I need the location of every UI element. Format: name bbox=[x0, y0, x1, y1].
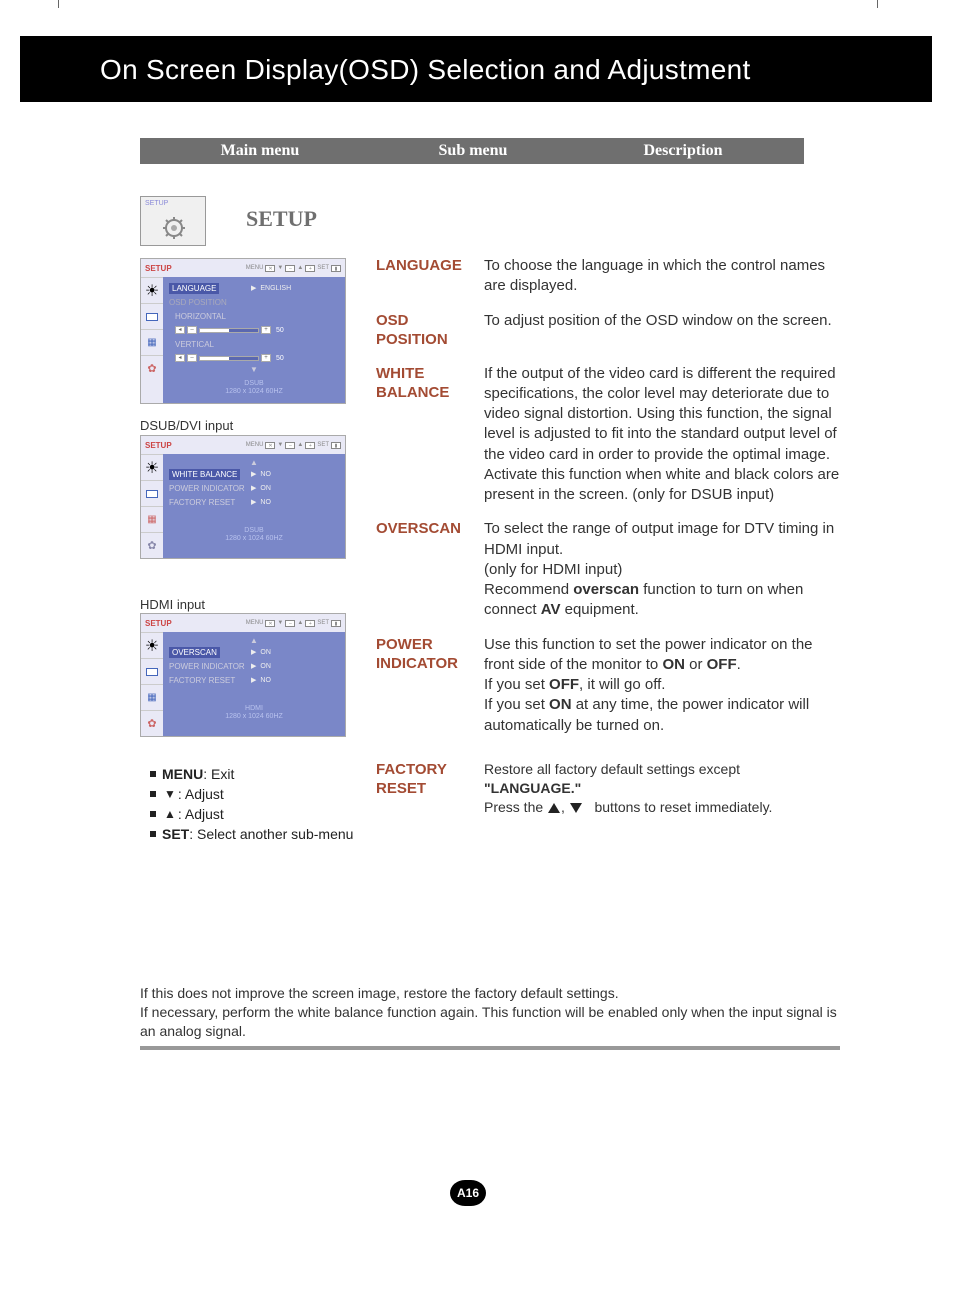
legend-up-desc: : Adjust bbox=[178, 806, 224, 822]
osd-panel-3: SETUP MENU✕▼–▲+SET▮ ☀ ▦ ✿ ▲ OVERSCAN▶ON … bbox=[140, 613, 346, 737]
triangle-up-icon: ▲ bbox=[164, 807, 176, 821]
osd1-footer1: DSUB bbox=[244, 380, 263, 387]
screen-icon bbox=[146, 313, 158, 321]
label-factory-reset: FACTORY RESET bbox=[376, 760, 484, 817]
setup-icon-label: SETUP bbox=[141, 197, 205, 207]
grid-icon: ▦ bbox=[147, 337, 156, 348]
setup-title: SETUP bbox=[246, 206, 317, 232]
gear-icon bbox=[163, 217, 185, 244]
label-power-indicator: POWER INDICATOR bbox=[376, 635, 484, 736]
osd-panel-2: SETUP MENU✕▼–▲+SET▮ ☀ ▦ ✿ ▲ WHITE BALANC… bbox=[140, 435, 346, 559]
gear-icon: ✿ bbox=[147, 717, 156, 730]
triangle-down-icon: ▼ bbox=[164, 787, 176, 801]
osd1-language-label: LANGUAGE bbox=[169, 283, 219, 294]
brightness-icon: ☀ bbox=[145, 458, 159, 478]
label-osd-position: OSD POSITION bbox=[376, 311, 484, 350]
osd2-footer1: DSUB bbox=[244, 527, 263, 534]
header-main: Main menu bbox=[140, 142, 380, 160]
label-white-balance: WHITE BALANCE bbox=[376, 364, 484, 506]
desc-language: To choose the language in which the cont… bbox=[484, 256, 840, 297]
triangle-up-icon bbox=[547, 798, 561, 817]
input-label-hdmi: HDMI input bbox=[140, 597, 205, 612]
osd1-menu-btn: MENU bbox=[246, 265, 264, 271]
osd3-ov-val: ON bbox=[260, 649, 271, 656]
divider bbox=[140, 1046, 840, 1050]
grid-icon: ▦ bbox=[147, 692, 156, 703]
page-number: A16 bbox=[450, 1180, 486, 1206]
legend-set-desc: : Select another sub-menu bbox=[189, 826, 353, 842]
desc-osd-position: To adjust position of the OSD window on … bbox=[484, 311, 840, 350]
osd3-pi-label: POWER INDICATOR bbox=[169, 662, 251, 671]
header-sub: Sub menu bbox=[380, 142, 566, 160]
osd2-pi-label: POWER INDICATOR bbox=[169, 484, 251, 493]
brightness-icon: ☀ bbox=[145, 281, 159, 301]
screen-icon bbox=[146, 668, 158, 676]
legend-down-desc: : Adjust bbox=[178, 786, 224, 802]
osd2-fr-val: NO bbox=[260, 499, 271, 506]
page-banner: On Screen Display(OSD) Selection and Adj… bbox=[20, 36, 932, 102]
osd2-wb-val: NO bbox=[260, 471, 271, 478]
osd2-fr-label: FACTORY RESET bbox=[169, 498, 251, 507]
osd2-footer2: 1280 x 1024 60HZ bbox=[225, 535, 283, 542]
screen-icon bbox=[146, 490, 158, 498]
desc-power-indicator: Use this function to set the power indic… bbox=[484, 635, 840, 736]
osd3-footer2: 1280 x 1024 60HZ bbox=[225, 713, 283, 720]
osd1-vert-label: VERTICAL bbox=[175, 340, 235, 349]
triangle-down-icon bbox=[569, 798, 583, 817]
legend-set: SET bbox=[162, 826, 189, 842]
osd3-pi-val: ON bbox=[260, 663, 271, 670]
label-language: LANGUAGE bbox=[376, 256, 484, 297]
legend-menu: MENU bbox=[162, 766, 203, 782]
desc-overscan: To select the range of output image for … bbox=[484, 519, 840, 620]
osd3-footer1: HDMI bbox=[245, 705, 263, 712]
osd1-language-val: ENGLISH bbox=[260, 285, 291, 292]
osd3-fr-val: NO bbox=[260, 677, 271, 684]
legend-menu-desc: : Exit bbox=[203, 766, 234, 782]
osd1-horiz-label: HORIZONTAL bbox=[175, 312, 235, 321]
osd3-fr-label: FACTORY RESET bbox=[169, 676, 251, 685]
osd2-wb-label: WHITE BALANCE bbox=[169, 469, 240, 480]
osd1-title: SETUP bbox=[145, 264, 172, 273]
brightness-icon: ☀ bbox=[145, 636, 159, 656]
osd1-footer2: 1280 x 1024 60HZ bbox=[225, 388, 283, 395]
gear-icon: ✿ bbox=[147, 362, 156, 375]
osd3-ov-label: OVERSCAN bbox=[169, 647, 220, 658]
header-desc: Description bbox=[566, 142, 800, 160]
banner-title: On Screen Display(OSD) Selection and Adj… bbox=[20, 36, 932, 86]
setup-icon-box: SETUP bbox=[140, 196, 206, 246]
osd3-title: SETUP bbox=[145, 619, 172, 628]
osd-panel-1: SETUP MENU✕ ▼– ▲+ SET▮ ☀ ▦ ✿ LANGUAGE▶EN… bbox=[140, 258, 346, 404]
osd1-set-btn: SET bbox=[317, 265, 329, 271]
gear-icon: ✿ bbox=[147, 539, 156, 552]
input-label-dsub: DSUB/DVI input bbox=[140, 418, 233, 433]
osd1-osdpos-label: OSD POSITION bbox=[169, 298, 251, 307]
osd2-title: SETUP bbox=[145, 441, 172, 450]
legend: MENU : Exit ▼ : Adjust ▲ : Adjust SET : … bbox=[150, 764, 353, 844]
osd1-horiz-slider: ◂–+50 bbox=[175, 326, 284, 334]
footnote: If this does not improve the screen imag… bbox=[140, 984, 840, 1041]
grid-icon: ▦ bbox=[147, 514, 156, 525]
desc-factory-reset: Restore all factory default settings exc… bbox=[484, 760, 840, 817]
osd1-vert-slider: ◂–+50 bbox=[175, 354, 284, 362]
column-headers: Main menu Sub menu Description bbox=[140, 138, 804, 164]
label-overscan: OVERSCAN bbox=[376, 519, 484, 620]
osd2-pi-val: ON bbox=[260, 485, 271, 492]
desc-white-balance: If the output of the video card is diffe… bbox=[484, 364, 840, 506]
description-column: LANGUAGE To choose the language in which… bbox=[376, 256, 840, 830]
